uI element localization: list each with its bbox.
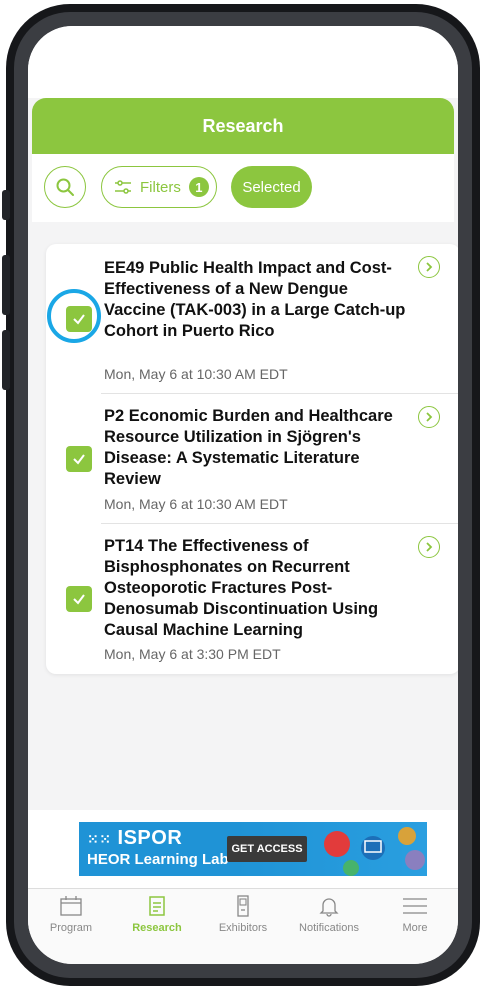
item-title: P2 Economic Burden and Healthcare Resour… bbox=[104, 407, 393, 488]
chevron-right-icon[interactable] bbox=[418, 256, 440, 278]
list-item[interactable]: EE49 Public Health Impact and Cost-Effec… bbox=[46, 244, 458, 394]
checkbox-checked[interactable] bbox=[66, 446, 92, 472]
volume-down-button bbox=[2, 255, 10, 315]
ad-area: ⁙⁙ ISPOR HEOR Learning Lab™ GET ACCESS bbox=[28, 810, 458, 888]
toolbar: Filters 1 Selected bbox=[32, 154, 454, 222]
tab-program[interactable]: Program bbox=[28, 895, 114, 945]
chevron-right-icon[interactable] bbox=[418, 536, 440, 558]
volume-up-button bbox=[2, 190, 10, 220]
highlight-ring bbox=[47, 289, 101, 343]
list-item[interactable]: PT14 The Effectiveness of Bisphosphonate… bbox=[46, 524, 458, 674]
tab-label: More bbox=[402, 922, 428, 934]
ad-banner[interactable]: ⁙⁙ ISPOR HEOR Learning Lab™ GET ACCESS bbox=[79, 822, 427, 876]
volume-button bbox=[2, 330, 10, 390]
tab-notifications[interactable]: Notifications bbox=[286, 895, 372, 945]
app-screen: Research Filters 1 Selected EE49 Public … bbox=[28, 26, 458, 964]
tab-bar: Program Research Exhibitors Notification… bbox=[28, 888, 458, 964]
selected-button[interactable]: Selected bbox=[231, 166, 312, 208]
tab-label: Notifications bbox=[299, 922, 359, 934]
app-header: Research bbox=[32, 98, 454, 154]
item-time: Mon, May 6 at 10:30 AM EDT bbox=[104, 496, 288, 512]
chevron-right-icon[interactable] bbox=[418, 406, 440, 428]
item-title: EE49 Public Health Impact and Cost-Effec… bbox=[104, 259, 406, 340]
banner-subtitle: HEOR Learning Lab™ bbox=[87, 851, 244, 868]
item-time: Mon, May 6 at 3:30 PM EDT bbox=[104, 646, 281, 662]
status-area bbox=[28, 26, 458, 98]
sliders-icon bbox=[115, 180, 131, 194]
item-title: PT14 The Effectiveness of Bisphosphonate… bbox=[104, 537, 379, 639]
page-title: Research bbox=[202, 115, 284, 136]
tab-label: Exhibitors bbox=[218, 922, 268, 934]
banner-logo: ⁙⁙ ISPOR bbox=[87, 827, 183, 849]
selected-label: Selected bbox=[242, 178, 301, 196]
filters-count-badge: 1 bbox=[188, 177, 209, 197]
check-icon bbox=[73, 594, 85, 605]
filters-button[interactable]: Filters 1 bbox=[101, 166, 217, 208]
tab-label: Research bbox=[132, 922, 182, 934]
search-button[interactable] bbox=[44, 166, 86, 208]
item-time: Mon, May 6 at 10:30 AM EDT bbox=[104, 366, 288, 382]
check-icon bbox=[73, 454, 85, 465]
tab-label: Program bbox=[49, 922, 93, 934]
checkbox-checked[interactable] bbox=[66, 586, 92, 612]
booth-icon bbox=[237, 895, 249, 917]
grid-icon: ⁙⁙ bbox=[87, 831, 112, 847]
tab-more[interactable]: More bbox=[372, 895, 458, 945]
banner-graphics-icon bbox=[324, 827, 425, 876]
document-icon bbox=[149, 896, 165, 916]
menu-icon bbox=[403, 898, 427, 914]
list-item[interactable]: P2 Economic Burden and Healthcare Resour… bbox=[46, 394, 458, 524]
search-icon bbox=[56, 178, 74, 196]
tab-research[interactable]: Research bbox=[114, 895, 200, 945]
research-list: EE49 Public Health Impact and Cost-Effec… bbox=[46, 244, 458, 674]
bell-icon bbox=[319, 898, 339, 917]
tab-exhibitors[interactable]: Exhibitors bbox=[200, 895, 286, 945]
calendar-icon bbox=[60, 896, 82, 916]
get-access-button[interactable]: GET ACCESS bbox=[227, 836, 307, 862]
filters-label: Filters bbox=[140, 178, 181, 196]
